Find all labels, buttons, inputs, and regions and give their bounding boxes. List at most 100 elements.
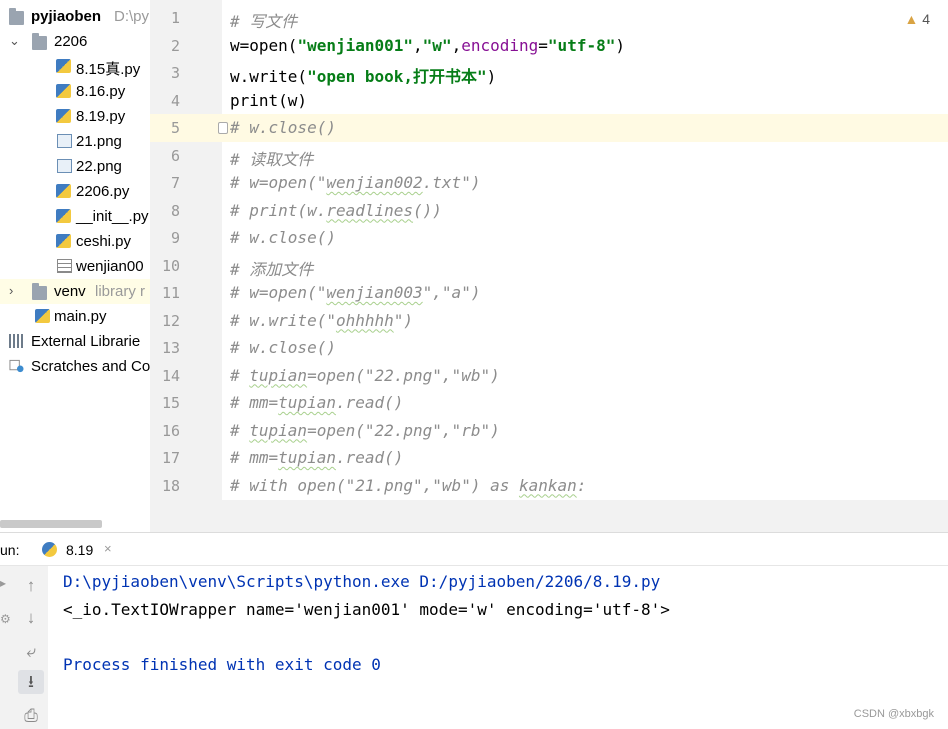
- file-label: 2206.py: [76, 183, 130, 200]
- tree-file[interactable]: ceshi.py: [0, 229, 150, 254]
- root-name: pyjiaoben: [31, 8, 102, 25]
- inspection-widget[interactable]: ▲ 4 ⌃: [904, 11, 930, 27]
- tree-external-libraries[interactable]: External Librarie: [0, 329, 150, 354]
- python-file-icon: [56, 84, 71, 98]
- python-file-icon: [56, 234, 71, 248]
- python-file-icon: [56, 59, 71, 73]
- scratches-icon: [9, 359, 24, 373]
- image-file-icon: [57, 159, 72, 173]
- code-text: # w=open("wenjian002.txt"): [230, 173, 481, 192]
- code-text: # w.close(): [230, 338, 336, 357]
- tree-file[interactable]: wenjian00: [0, 254, 150, 279]
- code-line[interactable]: 15 # mm=tupian.read(): [150, 389, 948, 417]
- tree-file[interactable]: __init__.py: [0, 204, 150, 229]
- code-line[interactable]: 14 # tupian=open("22.png","wb"): [150, 362, 948, 390]
- close-icon[interactable]: ×: [104, 541, 112, 556]
- fold-marker-icon[interactable]: [218, 122, 228, 134]
- code-line[interactable]: 1 # 写文件: [150, 4, 948, 32]
- line-number: 1: [170, 9, 180, 27]
- code-line[interactable]: 2 w=open("wenjian001","w",encoding="utf-…: [150, 32, 948, 60]
- code-text: # 写文件: [230, 12, 298, 31]
- code-line-current[interactable]: 5 # w.close(): [150, 114, 948, 142]
- file-label: __init__.py: [76, 208, 149, 225]
- line-number: 16: [161, 421, 180, 440]
- scratches-label: Scratches and Co: [31, 358, 150, 375]
- code-line[interactable]: 9 # w.close(): [150, 224, 948, 252]
- warning-icon: ▲: [904, 11, 919, 27]
- image-file-icon: [57, 134, 72, 148]
- file-label: 8.16.py: [76, 83, 126, 100]
- tree-main[interactable]: main.py: [0, 304, 150, 329]
- text-file-icon: [57, 259, 72, 273]
- file-label: 22.png: [76, 158, 122, 175]
- settings-edge-icon[interactable]: ⚙: [0, 612, 11, 626]
- code-line[interactable]: 10 # 添加文件: [150, 252, 948, 280]
- folder-icon: [9, 8, 24, 25]
- tree-file[interactable]: 8.16.py: [0, 79, 150, 104]
- tree-file[interactable]: 21.png: [0, 129, 150, 154]
- python-file-icon: [56, 209, 71, 223]
- soft-wrap-icon[interactable]: ⤶: [18, 640, 44, 664]
- line-number: 11: [161, 284, 180, 302]
- tree-horizontal-scrollbar[interactable]: [0, 520, 102, 528]
- venv-label: venv: [54, 283, 86, 300]
- code-text: # w.write("ohhhhh"): [230, 310, 414, 330]
- print-icon[interactable]: ⎙: [18, 704, 44, 728]
- warnings-count: 4: [922, 11, 930, 27]
- run-tab-8-19[interactable]: 8.19 ×: [28, 533, 130, 566]
- file-label: ceshi.py: [76, 233, 132, 250]
- tree-root[interactable]: pyjiaoben D:\py: [0, 4, 150, 29]
- console-output[interactable]: D:\pyjiaoben\venv\Scripts\python.exe D:/…: [48, 566, 948, 729]
- file-label: 8.15真.py: [76, 61, 141, 78]
- code-line[interactable]: 7 # w=open("wenjian002.txt"): [150, 169, 948, 197]
- line-number: 7: [170, 174, 180, 192]
- tree-folder-2206[interactable]: ⌄ 2206: [0, 29, 150, 54]
- code-line[interactable]: 11 # w=open("wenjian003","a"): [150, 279, 948, 307]
- code-line[interactable]: 17 # mm=tupian.read(): [150, 444, 948, 472]
- editor-empty-area: [150, 500, 948, 532]
- library-icon: [9, 334, 24, 348]
- code-text: # mm=tupian.read(): [230, 448, 404, 467]
- code-line[interactable]: 13 # w.close(): [150, 334, 948, 362]
- code-editor[interactable]: 1 # 写文件 2 w=open("wenjian001","w",encodi…: [150, 0, 948, 532]
- code-text: # print(w.readlines()): [230, 200, 442, 220]
- code-line[interactable]: 18 # with open("21.png","wb") as kankan:: [150, 472, 948, 500]
- line-number: 3: [170, 64, 180, 82]
- file-label: 21.png: [76, 133, 122, 150]
- tree-file[interactable]: 2206.py: [0, 179, 150, 204]
- scroll-to-end-icon[interactable]: ⭳: [18, 670, 44, 694]
- python-file-icon: [35, 309, 50, 323]
- chevron-right-icon[interactable]: ›: [9, 283, 13, 298]
- main-label: main.py: [54, 308, 107, 325]
- tree-file[interactable]: 8.15真.py: [0, 54, 150, 79]
- chevron-down-icon[interactable]: ⌄: [9, 33, 20, 49]
- arrow-up-icon[interactable]: ↑: [18, 574, 44, 598]
- code-line[interactable]: 12 # w.write("ohhhhh"): [150, 307, 948, 335]
- line-number: 17: [161, 449, 180, 467]
- run-toolbar: ▸ ⚙ ↑ ↓ ⤶ ⭳ ⎙: [0, 566, 49, 729]
- code-text: # with open("21.png","wb") as kankan:: [230, 475, 587, 495]
- line-number: 14: [161, 366, 180, 385]
- code-line[interactable]: 6 # 读取文件: [150, 142, 948, 170]
- root-path: D:\py: [114, 8, 150, 25]
- code-line[interactable]: 4 print(w): [150, 87, 948, 115]
- code-text: # w.close(): [230, 118, 336, 137]
- python-file-icon: [56, 184, 71, 198]
- folder-icon: [32, 283, 47, 300]
- code-line[interactable]: 8 # print(w.readlines()): [150, 197, 948, 225]
- tree-venv[interactable]: › venv library r: [0, 279, 150, 304]
- arrow-down-icon[interactable]: ↓: [18, 606, 44, 630]
- tree-file[interactable]: 8.19.py: [0, 104, 150, 129]
- code-text: # tupian=open("22.png","wb"): [230, 365, 500, 385]
- code-line[interactable]: 16 # tupian=open("22.png","rb"): [150, 417, 948, 445]
- file-label: 8.19.py: [76, 108, 126, 125]
- rerun-edge-icon[interactable]: ▸: [0, 576, 6, 590]
- line-number: 4: [170, 91, 180, 110]
- tree-file[interactable]: 22.png: [0, 154, 150, 179]
- code-text: w=open("wenjian001","w",encoding="utf-8"…: [230, 35, 625, 55]
- code-text: # tupian=open("22.png","rb"): [230, 420, 500, 440]
- line-number: 15: [161, 394, 180, 412]
- code-line[interactable]: 3 w.write("open book,打开书本"): [150, 59, 948, 87]
- folder-2206-label: 2206: [54, 33, 88, 50]
- tree-scratches[interactable]: Scratches and Co: [0, 354, 150, 379]
